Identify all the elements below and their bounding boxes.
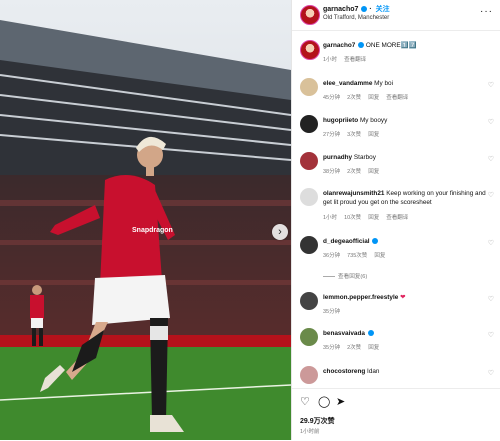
- comment-username[interactable]: olanrewajunsmith21: [323, 190, 384, 197]
- comment-list[interactable]: garnacho7 ONE MORE1️⃣7️⃣ 1小时 查看翻译 elee_va…: [292, 30, 500, 388]
- comment-username[interactable]: chocostoreng: [323, 368, 365, 375]
- heart-icon[interactable]: ♡: [488, 295, 494, 303]
- like-count[interactable]: 29.9万次赞: [300, 416, 335, 426]
- comment-username[interactable]: hugopriieto: [323, 117, 358, 124]
- comment-time: 27分钟: [323, 132, 341, 138]
- avatar[interactable]: [300, 40, 320, 60]
- post-time: 1小时前: [300, 429, 320, 435]
- comment-username[interactable]: purnadhy: [323, 154, 352, 161]
- caption-username[interactable]: garnacho7: [323, 42, 355, 49]
- share-icon[interactable]: ➤: [336, 395, 345, 408]
- avatar[interactable]: [300, 292, 318, 310]
- avatar[interactable]: [300, 152, 318, 170]
- avatar[interactable]: [300, 188, 318, 206]
- heart-icon[interactable]: ♡: [488, 81, 494, 89]
- comment-likes[interactable]: 10次赞: [344, 215, 361, 221]
- comment-time: 45分钟: [323, 95, 341, 101]
- verified-icon: [367, 330, 374, 337]
- reply-button[interactable]: 回复: [368, 132, 379, 138]
- comment-username[interactable]: d_degeaofficial: [323, 238, 370, 245]
- heart-icon[interactable]: ♡: [488, 191, 494, 199]
- comment-username[interactable]: benasvaivada: [323, 330, 365, 337]
- comment-likes[interactable]: 2次赞: [347, 95, 361, 101]
- author-username[interactable]: garnacho7: [323, 6, 358, 13]
- reply-button[interactable]: 回复: [374, 253, 385, 259]
- verified-icon: [372, 238, 379, 245]
- post-viewer: Snapdragon › garnacho7 · 关注 Old Trafford…: [0, 0, 500, 440]
- avatar[interactable]: [300, 5, 320, 25]
- verified-icon: [358, 42, 365, 49]
- avatar[interactable]: [300, 366, 318, 384]
- verified-icon: [361, 6, 368, 13]
- comment-text: My boi: [374, 80, 393, 87]
- comment-time: 1小时: [323, 215, 338, 221]
- caption-time: 1小时: [323, 57, 338, 63]
- comment-icon[interactable]: ◯: [318, 395, 330, 408]
- comment-time: 35分钟: [323, 345, 341, 351]
- comment-likes[interactable]: 735次赞: [347, 253, 367, 259]
- comment-text: My booyy: [359, 117, 388, 124]
- post-header: garnacho7 · 关注 Old Trafford, Manchester …: [292, 0, 500, 31]
- comment-likes[interactable]: 2次赞: [347, 169, 361, 175]
- post-location[interactable]: Old Trafford, Manchester: [323, 15, 389, 21]
- heart-icon[interactable]: ♡: [300, 395, 310, 408]
- reply-button[interactable]: 回复: [368, 345, 379, 351]
- comment-username[interactable]: elee_vandamme: [323, 80, 372, 87]
- comment-time: 35分钟: [323, 309, 341, 315]
- reply-button[interactable]: 回复: [368, 95, 379, 101]
- heart-icon[interactable]: ♡: [488, 331, 494, 339]
- svg-text:Snapdragon: Snapdragon: [132, 227, 173, 234]
- reply-button[interactable]: 回复: [368, 215, 379, 221]
- comment-text: Idan: [367, 368, 380, 375]
- author-line: garnacho7 · 关注: [323, 6, 390, 13]
- comment-username[interactable]: lemmon.pepper.freestyle: [323, 294, 398, 301]
- post-actions: ♡ ◯ ➤ 29.9万次赞 1小时前: [292, 388, 500, 441]
- follow-button[interactable]: 关注: [376, 6, 390, 13]
- avatar[interactable]: [300, 328, 318, 346]
- see-translation-link[interactable]: 查看翻译: [386, 95, 408, 101]
- avatar[interactable]: [300, 115, 318, 133]
- avatar[interactable]: [300, 78, 318, 96]
- reply-button[interactable]: 回复: [368, 169, 379, 175]
- comment-time: 38分钟: [323, 169, 341, 175]
- heart-icon[interactable]: ♡: [488, 118, 494, 126]
- see-translation-link[interactable]: 查看翻译: [344, 57, 366, 63]
- heart-icon[interactable]: ♡: [488, 239, 494, 247]
- more-icon[interactable]: ···: [480, 6, 493, 17]
- next-photo-button[interactable]: ›: [272, 224, 288, 240]
- caption-text: ONE MORE1️⃣7️⃣: [365, 42, 417, 49]
- comment-text: Starboy: [353, 154, 376, 161]
- heart-icon[interactable]: ♡: [488, 155, 494, 163]
- post-side-panel: garnacho7 · 关注 Old Trafford, Manchester …: [291, 0, 500, 440]
- heart-icon[interactable]: ♡: [488, 369, 494, 377]
- avatar[interactable]: [300, 236, 318, 254]
- comment-time: 36分钟: [323, 253, 341, 259]
- post-photo: Snapdragon ›: [0, 0, 291, 440]
- view-replies-button[interactable]: 查看回复(6): [323, 272, 367, 280]
- chevron-right-icon: ›: [278, 226, 282, 238]
- see-translation-link[interactable]: 查看翻译: [386, 215, 408, 221]
- comment-likes[interactable]: 2次赞: [347, 345, 361, 351]
- comment-likes[interactable]: 3次赞: [347, 132, 361, 138]
